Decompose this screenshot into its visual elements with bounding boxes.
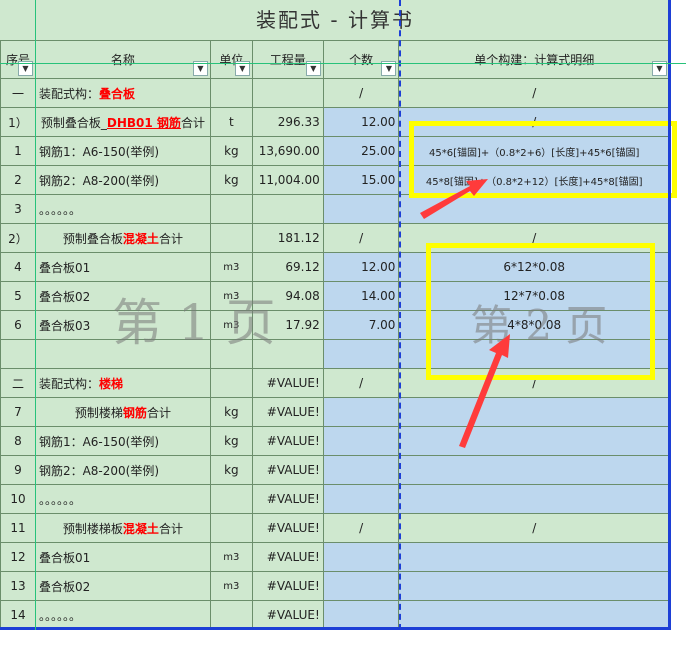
annotation-arrows xyxy=(420,179,510,448)
arrow-icon-upper xyxy=(420,179,488,219)
arrow-icon-lower xyxy=(459,334,510,448)
